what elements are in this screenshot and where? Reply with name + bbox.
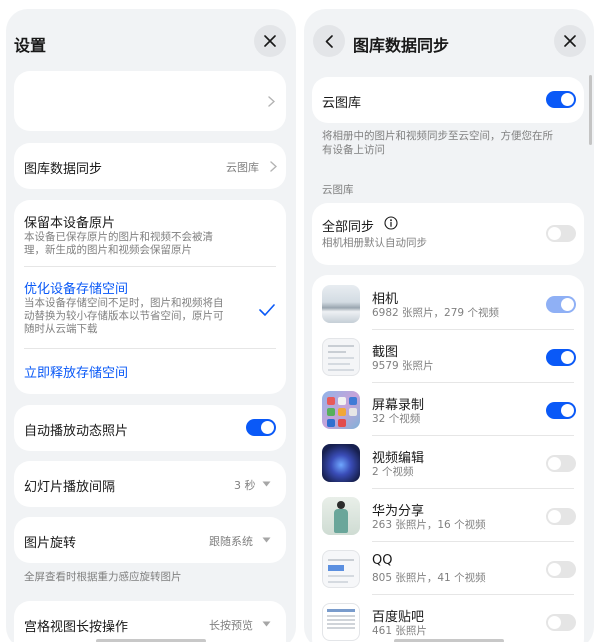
chevron-down-icon bbox=[262, 537, 271, 543]
album-name: QQ bbox=[372, 553, 393, 568]
slideshow-interval-row[interactable]: 幻灯片播放间隔 3 秒 bbox=[14, 461, 286, 507]
keep-originals-desc-2: 理，新生成的图片和视频会保留原片 bbox=[24, 244, 192, 256]
info-icon[interactable] bbox=[384, 216, 398, 230]
album-sync-toggle[interactable] bbox=[546, 349, 576, 366]
close-icon bbox=[264, 35, 276, 47]
chevron-right-icon bbox=[270, 161, 277, 172]
all-sync-row: 全部同步 相机相册默认自动同步 bbox=[312, 203, 584, 265]
all-sync-desc: 相机相册默认自动同步 bbox=[322, 237, 427, 249]
album-sync-toggle[interactable] bbox=[546, 402, 576, 419]
rotation-value: 跟随系统 bbox=[209, 535, 253, 548]
album-count: 461 张照片 bbox=[372, 625, 427, 637]
slideshow-label: 幻灯片播放间隔 bbox=[24, 480, 116, 495]
divider bbox=[24, 348, 276, 349]
autoplay-label: 自动播放动态照片 bbox=[24, 424, 129, 439]
chevron-down-icon bbox=[262, 481, 271, 487]
divider bbox=[372, 541, 574, 542]
album-sync-toggle[interactable] bbox=[546, 455, 576, 472]
album-count: 805 张照片，41 个视频 bbox=[372, 572, 486, 584]
grid-longpress-value: 长按预览 bbox=[209, 619, 253, 632]
cloud-gallery-toggle[interactable] bbox=[546, 91, 576, 108]
chevron-right-icon bbox=[268, 96, 275, 107]
divider bbox=[372, 488, 574, 489]
storage-options-card: 保留本设备原片 本设备已保存原片的图片和视频不会被清 理，新生成的图片和视频会保… bbox=[14, 200, 286, 394]
rotation-label: 图片旋转 bbox=[24, 536, 77, 551]
check-icon bbox=[259, 304, 275, 316]
album-name: 百度贴吧 bbox=[372, 610, 425, 625]
divider bbox=[372, 594, 574, 595]
gallery-sync-row[interactable]: 图库数据同步 云图库 bbox=[14, 143, 286, 189]
divider bbox=[24, 266, 276, 267]
close-icon bbox=[564, 35, 576, 47]
album-count: 6982 张照片，279 个视频 bbox=[372, 307, 499, 319]
album-sync-toggle[interactable] bbox=[546, 296, 576, 313]
account-card[interactable] bbox=[14, 71, 286, 131]
gallery-sync-value: 云图库 bbox=[226, 161, 259, 174]
all-sync-label: 全部同步 bbox=[322, 220, 375, 235]
keep-originals-title: 保留本设备原片 bbox=[24, 216, 116, 231]
album-sync-toggle[interactable] bbox=[546, 561, 576, 578]
album-thumbnail bbox=[322, 497, 360, 535]
album-count: 2 个视频 bbox=[372, 466, 414, 478]
optimize-storage-desc-3: 随时从云端下载 bbox=[24, 323, 98, 335]
album-list-card: 相机 6982 张照片，279 个视频 截图 9579 张照片 屏幕录制 32 … bbox=[312, 275, 584, 642]
scrollbar[interactable] bbox=[589, 75, 592, 145]
image-rotation-row[interactable]: 图片旋转 跟随系统 bbox=[14, 517, 286, 563]
close-button[interactable] bbox=[254, 25, 286, 57]
divider bbox=[372, 382, 574, 383]
gallery-sync-label: 图库数据同步 bbox=[24, 162, 103, 177]
autoplay-toggle[interactable] bbox=[246, 419, 276, 436]
cloud-desc-line-2: 有设备上访问 bbox=[322, 144, 385, 156]
grid-longpress-row[interactable]: 宫格视图长按操作 长按预览 bbox=[14, 601, 286, 642]
album-name: 截图 bbox=[372, 345, 399, 360]
divider bbox=[372, 435, 574, 436]
back-arrow-icon bbox=[325, 34, 333, 48]
album-thumbnail bbox=[322, 338, 360, 376]
section-label: 云图库 bbox=[322, 184, 354, 196]
free-storage-link[interactable]: 立即释放存储空间 bbox=[24, 362, 128, 381]
album-thumbnail bbox=[322, 391, 360, 429]
album-thumbnail bbox=[322, 550, 360, 588]
album-count: 32 个视频 bbox=[372, 413, 421, 425]
chevron-down-icon bbox=[262, 621, 271, 627]
optimize-storage-desc-1: 当本设备存储空间不足时，图片和视频将自 bbox=[24, 297, 224, 309]
album-thumbnail bbox=[322, 285, 360, 323]
album-count: 9579 张照片 bbox=[372, 360, 434, 372]
optimize-storage-desc-2: 动替换为较小存储版本以节省空间，原片可 bbox=[24, 310, 224, 322]
settings-panel: 设置 图库数据同步 云图库 保留本设备原片 本设备已保存原片的图片和视频不会被清… bbox=[6, 9, 296, 642]
close-button[interactable] bbox=[554, 25, 586, 57]
optimize-storage-title: 优化设备存储空间 bbox=[24, 282, 129, 297]
divider bbox=[372, 329, 574, 330]
gallery-sync-panel: 图库数据同步 云图库 将相册中的图片和视频同步至云空间，方便您在所 有设备上访问… bbox=[304, 9, 594, 642]
album-thumbnail bbox=[322, 603, 360, 641]
cloud-gallery-row: 云图库 bbox=[312, 77, 584, 123]
grid-longpress-label: 宫格视图长按操作 bbox=[24, 620, 129, 635]
slideshow-value: 3 秒 bbox=[234, 479, 256, 492]
all-sync-toggle[interactable] bbox=[546, 225, 576, 242]
album-name: 视频编辑 bbox=[372, 451, 425, 466]
page-title: 设置 bbox=[14, 36, 47, 55]
album-thumbnail bbox=[322, 444, 360, 482]
album-sync-toggle[interactable] bbox=[546, 508, 576, 525]
keep-originals-desc-1: 本设备已保存原片的图片和视频不会被清 bbox=[24, 231, 213, 243]
cloud-gallery-label: 云图库 bbox=[322, 96, 362, 111]
cloud-desc-line-1: 将相册中的图片和视频同步至云空间，方便您在所 bbox=[322, 130, 553, 142]
album-name: 华为分享 bbox=[372, 504, 425, 519]
back-button[interactable] bbox=[313, 25, 345, 57]
album-sync-toggle[interactable] bbox=[546, 614, 576, 631]
page-title: 图库数据同步 bbox=[353, 36, 450, 55]
album-name: 屏幕录制 bbox=[372, 398, 425, 413]
album-name: 相机 bbox=[372, 292, 399, 307]
album-count: 263 张照片，16 个视频 bbox=[372, 519, 486, 531]
autoplay-live-photos-row: 自动播放动态照片 bbox=[14, 405, 286, 451]
rotation-caption: 全屏查看时根据重力感应旋转图片 bbox=[24, 571, 182, 583]
